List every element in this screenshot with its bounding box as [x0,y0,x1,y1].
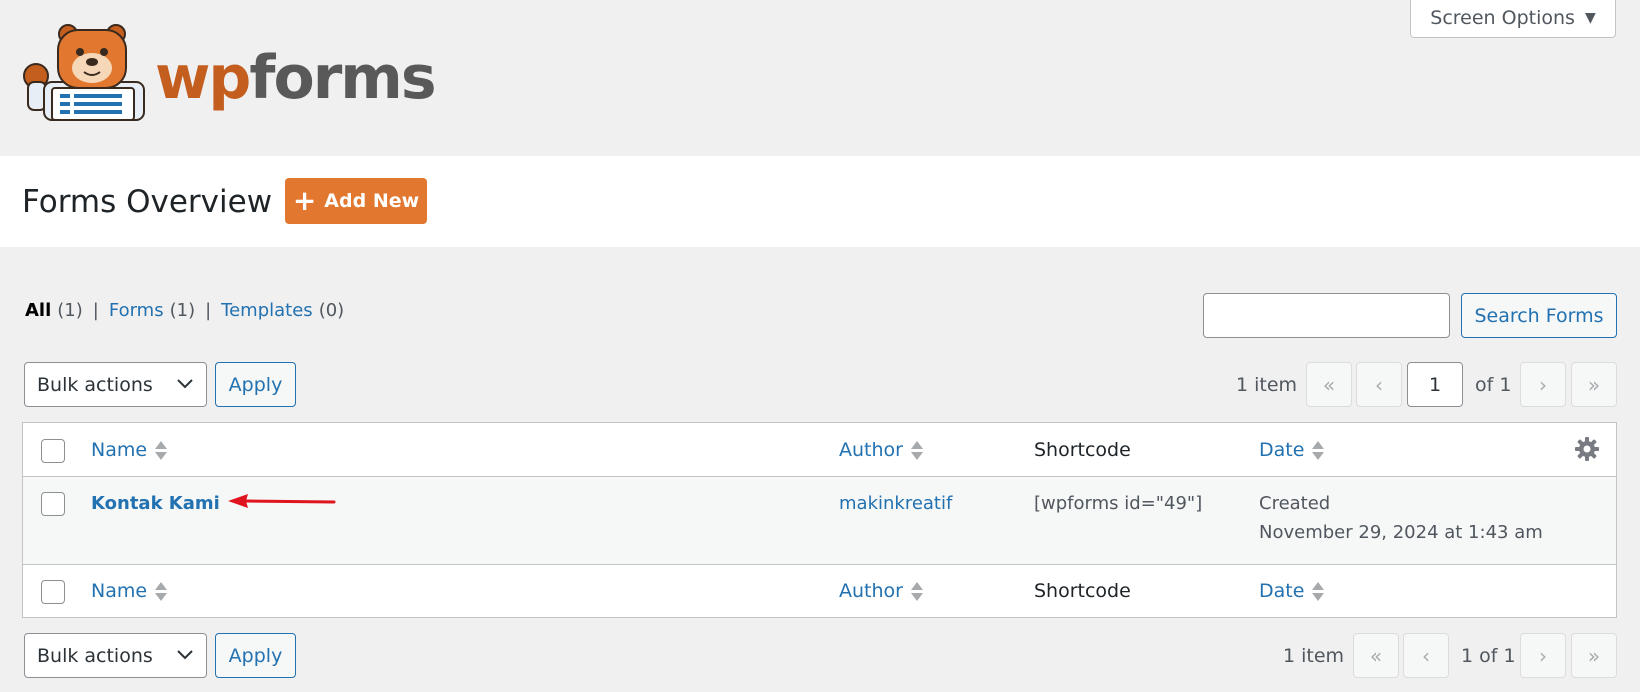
page-title: Forms Overview [22,184,273,220]
last-page-button-bottom[interactable]: » [1571,633,1617,678]
apply-button-bottom[interactable]: Apply [215,633,296,678]
view-templates-count: (0) [318,300,345,321]
select-all-checkbox-bottom[interactable] [41,580,65,604]
next-page-button-bottom[interactable]: › [1520,633,1566,678]
page-indicator-bottom: 1 of 1 [1461,645,1516,667]
chevron-down-icon [177,650,193,660]
row-checkbox[interactable] [41,492,65,516]
column-author-label: Author [839,439,903,461]
date-status: Created [1259,493,1331,514]
bulk-actions-label: Bulk actions [37,373,153,396]
shortcode-cell: [wpforms id="49"] [1034,493,1203,514]
table-row: Kontak Kami makinkreatif [wpforms id="49… [23,477,1616,564]
sort-arrows-icon [1312,440,1325,460]
column-name-sort-bottom[interactable]: Name [91,580,168,602]
view-forms-count: (1) [169,300,196,321]
forms-table: Name Author Shortcode Date Kontak Kami m… [22,422,1617,618]
total-pages-label: of 1 [1475,374,1512,396]
prev-page-button[interactable]: ‹ [1356,362,1402,407]
search-forms-button[interactable]: Search Forms [1461,293,1617,338]
column-name-label: Name [91,580,148,602]
plus-icon: + [292,184,317,217]
view-filters: All (1) | Forms (1) | Templates (0) [25,300,344,321]
first-page-button[interactable]: « [1306,362,1352,407]
screen-options-button[interactable]: Screen Options ▼ [1410,0,1616,38]
current-page-input[interactable]: 1 [1407,362,1463,407]
items-count-top: 1 item [1236,374,1298,396]
author-link[interactable]: makinkreatif [839,493,952,514]
wpforms-bear-mascot-icon [23,24,145,121]
column-shortcode-label: Shortcode [1034,439,1131,461]
add-new-label: Add New [324,190,420,212]
view-separator: | [205,300,212,321]
sort-arrows-icon [1312,581,1325,601]
chevron-down-icon [177,379,193,389]
search-input[interactable] [1203,293,1450,338]
wpforms-wordmark: wpforms [155,43,437,113]
table-header-row: Name Author Shortcode Date [23,423,1616,477]
next-page-button[interactable]: › [1520,362,1566,407]
sort-arrows-icon [155,581,168,601]
column-date-label: Date [1259,580,1305,602]
form-title-link[interactable]: Kontak Kami [91,493,220,514]
first-page-button-bottom[interactable]: « [1353,633,1399,678]
column-author-sort-bottom[interactable]: Author [839,580,923,602]
bulk-actions-label: Bulk actions [37,644,153,667]
column-date-sort[interactable]: Date [1259,439,1325,461]
sort-arrows-icon [910,440,923,460]
caret-down-icon: ▼ [1584,9,1596,26]
column-date-label: Date [1259,439,1305,461]
gear-icon[interactable] [1574,436,1600,462]
view-forms-link[interactable]: Forms [109,300,164,321]
sort-arrows-icon [155,440,168,460]
column-name-sort[interactable]: Name [91,439,168,461]
table-footer-row: Name Author Shortcode Date [23,564,1616,618]
view-templates-link[interactable]: Templates [221,300,313,321]
bulk-actions-select-top[interactable]: Bulk actions [24,362,207,407]
red-arrow-annotation-icon [228,494,336,508]
view-separator: | [92,300,99,321]
date-value: November 29, 2024 at 1:43 am [1259,522,1543,543]
sort-arrows-icon [910,581,923,601]
column-shortcode-label: Shortcode [1034,580,1131,602]
column-name-label: Name [91,439,148,461]
last-page-button[interactable]: » [1571,362,1617,407]
bulk-actions-select-bottom[interactable]: Bulk actions [24,633,207,678]
items-count-bottom: 1 item [1283,645,1345,667]
view-all-count: (1) [57,300,83,321]
column-date-sort-bottom[interactable]: Date [1259,580,1325,602]
column-author-label: Author [839,580,903,602]
add-new-button[interactable]: + Add New [285,178,427,224]
select-all-checkbox[interactable] [41,439,65,463]
view-all-link[interactable]: All [25,300,51,321]
apply-button-top[interactable]: Apply [215,362,296,407]
screen-options-label: Screen Options [1430,6,1575,29]
column-author-sort[interactable]: Author [839,439,923,461]
prev-page-button-bottom[interactable]: ‹ [1403,633,1449,678]
